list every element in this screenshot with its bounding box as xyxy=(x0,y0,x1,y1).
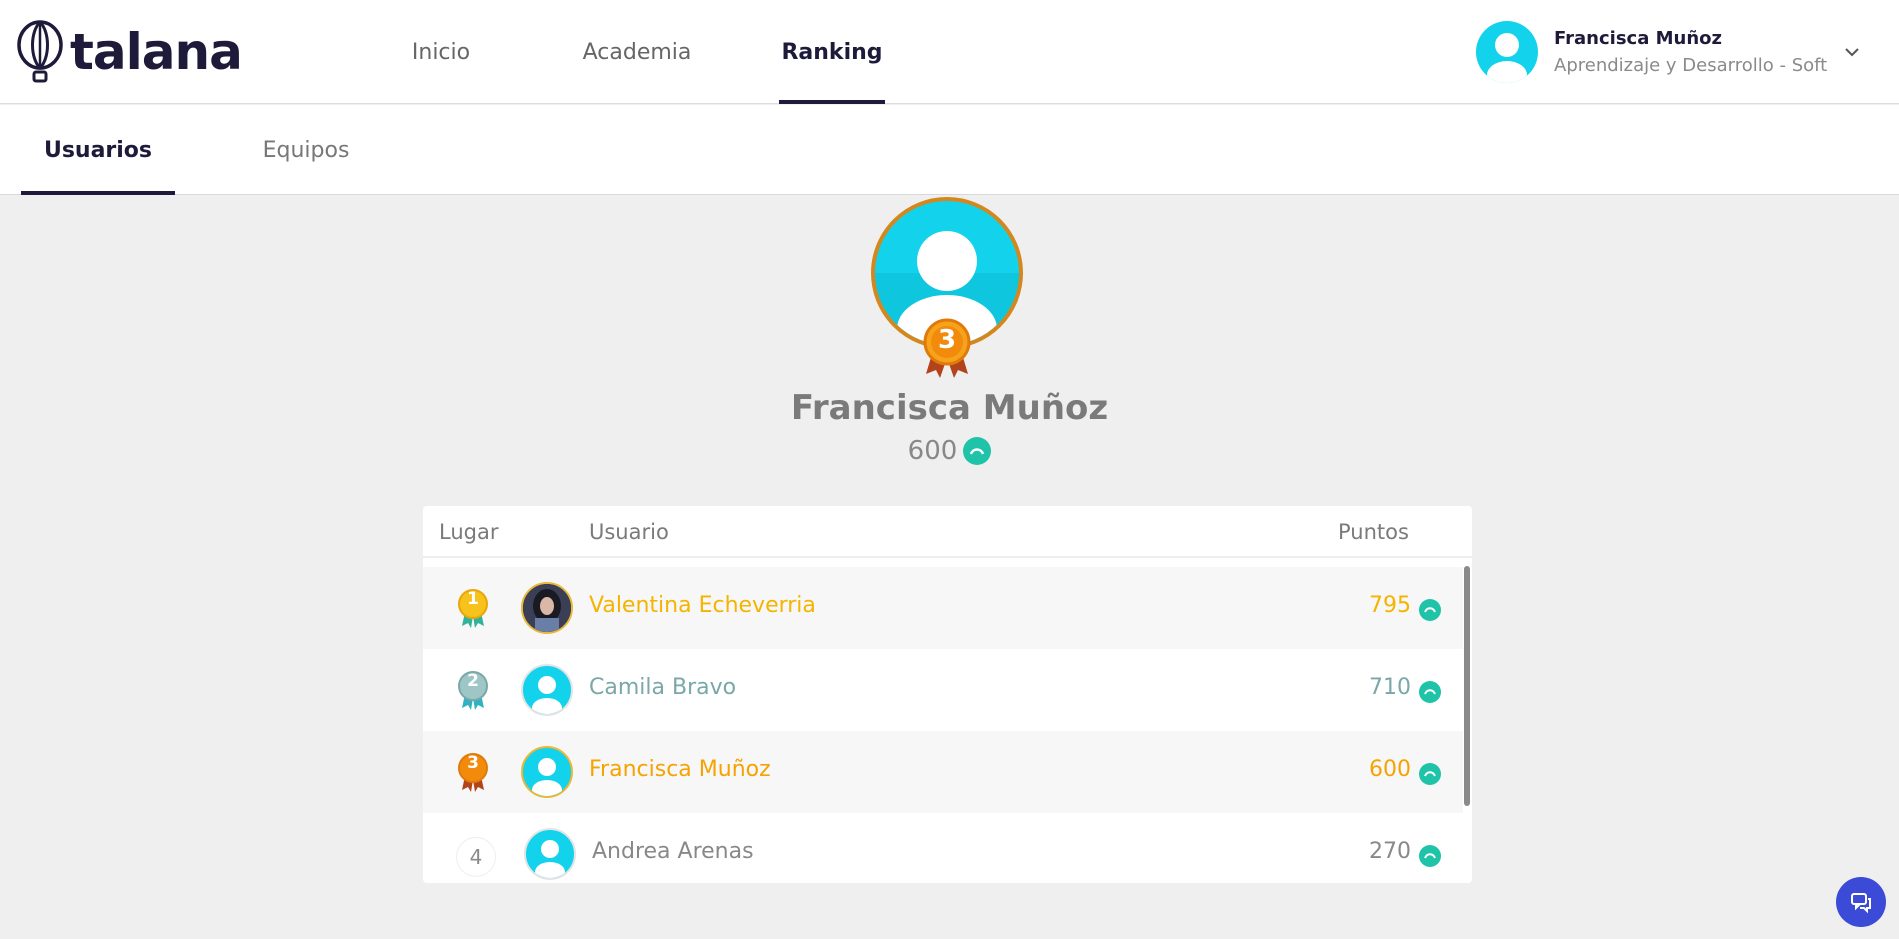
person-icon xyxy=(1487,33,1527,83)
user-menu[interactable]: Francisca Muñoz Aprendizaje y Desarrollo… xyxy=(1476,20,1876,84)
table-row[interactable]: 1 Valentina Echeverria 795 xyxy=(423,567,1463,649)
table-row[interactable]: 4 Andrea Arenas 270 xyxy=(423,813,1463,883)
top-navbar: talana Inicio Academia Ranking Francisca… xyxy=(0,0,1899,104)
header-place: Lugar xyxy=(439,520,499,544)
hero-user-name: Francisca Muñoz xyxy=(790,388,1109,428)
rank-number: 1 xyxy=(467,589,479,609)
person-icon xyxy=(535,840,565,878)
hero-rank-number: 3 xyxy=(937,325,957,355)
header-points: Puntos xyxy=(1338,520,1409,544)
balloon-logo-icon xyxy=(17,20,63,83)
row-points: 710 xyxy=(1369,675,1411,700)
chevron-down-icon[interactable] xyxy=(1842,42,1862,62)
table-row[interactable]: 2 Camila Bravo 710 xyxy=(423,649,1463,731)
rank-number: 2 xyxy=(467,671,479,691)
avatar-photo xyxy=(521,582,573,634)
hero-points: 600 xyxy=(0,436,1899,466)
tab-usuarios[interactable]: Usuarios xyxy=(21,105,175,195)
chat-icon xyxy=(1851,893,1871,914)
ranking-subtabs: Usuarios Equipos xyxy=(0,105,1899,195)
table-header: Lugar Usuario Puntos xyxy=(423,506,1472,558)
avatar xyxy=(521,664,573,716)
tab-equipos[interactable]: Equipos xyxy=(230,105,382,195)
user-name: Francisca Muñoz xyxy=(1554,28,1723,49)
points-coin-icon xyxy=(1419,681,1441,703)
row-points: 600 xyxy=(1369,757,1411,782)
rank-number: 4 xyxy=(456,837,496,877)
avatar xyxy=(524,828,576,880)
points-coin-icon xyxy=(963,437,992,465)
person-icon xyxy=(532,676,562,714)
row-user-name[interactable]: Valentina Echeverria xyxy=(589,593,816,618)
talana-logo[interactable]: talana xyxy=(16,20,243,84)
rank-number: 3 xyxy=(467,753,479,773)
logo-wordmark: talana xyxy=(70,23,243,81)
ranking-table: Lugar Usuario Puntos 1 Valentina Echever… xyxy=(423,506,1472,883)
nav-inicio[interactable]: Inicio xyxy=(388,0,494,104)
table-row[interactable]: 3 Francisca Muñoz 600 xyxy=(423,731,1463,813)
user-avatar xyxy=(1476,21,1538,83)
points-coin-icon xyxy=(1419,763,1441,785)
nav-ranking[interactable]: Ranking xyxy=(779,0,885,104)
row-user-name[interactable]: Andrea Arenas xyxy=(592,839,754,864)
header-user: Usuario xyxy=(589,520,669,544)
hero-points-value: 600 xyxy=(907,436,958,466)
row-points: 795 xyxy=(1369,593,1411,618)
points-coin-icon xyxy=(1419,599,1441,621)
nav-academia[interactable]: Academia xyxy=(566,0,708,104)
person-icon xyxy=(532,758,562,796)
row-user-name[interactable]: Francisca Muñoz xyxy=(589,757,771,782)
chat-button[interactable] xyxy=(1836,877,1886,927)
user-role: Aprendizaje y Desarrollo - Soft xyxy=(1554,55,1828,76)
row-points: 270 xyxy=(1369,839,1411,864)
table-scrollbar[interactable] xyxy=(1464,566,1470,806)
points-coin-icon xyxy=(1419,845,1441,867)
row-user-name[interactable]: Camila Bravo xyxy=(589,675,736,700)
avatar xyxy=(521,746,573,798)
